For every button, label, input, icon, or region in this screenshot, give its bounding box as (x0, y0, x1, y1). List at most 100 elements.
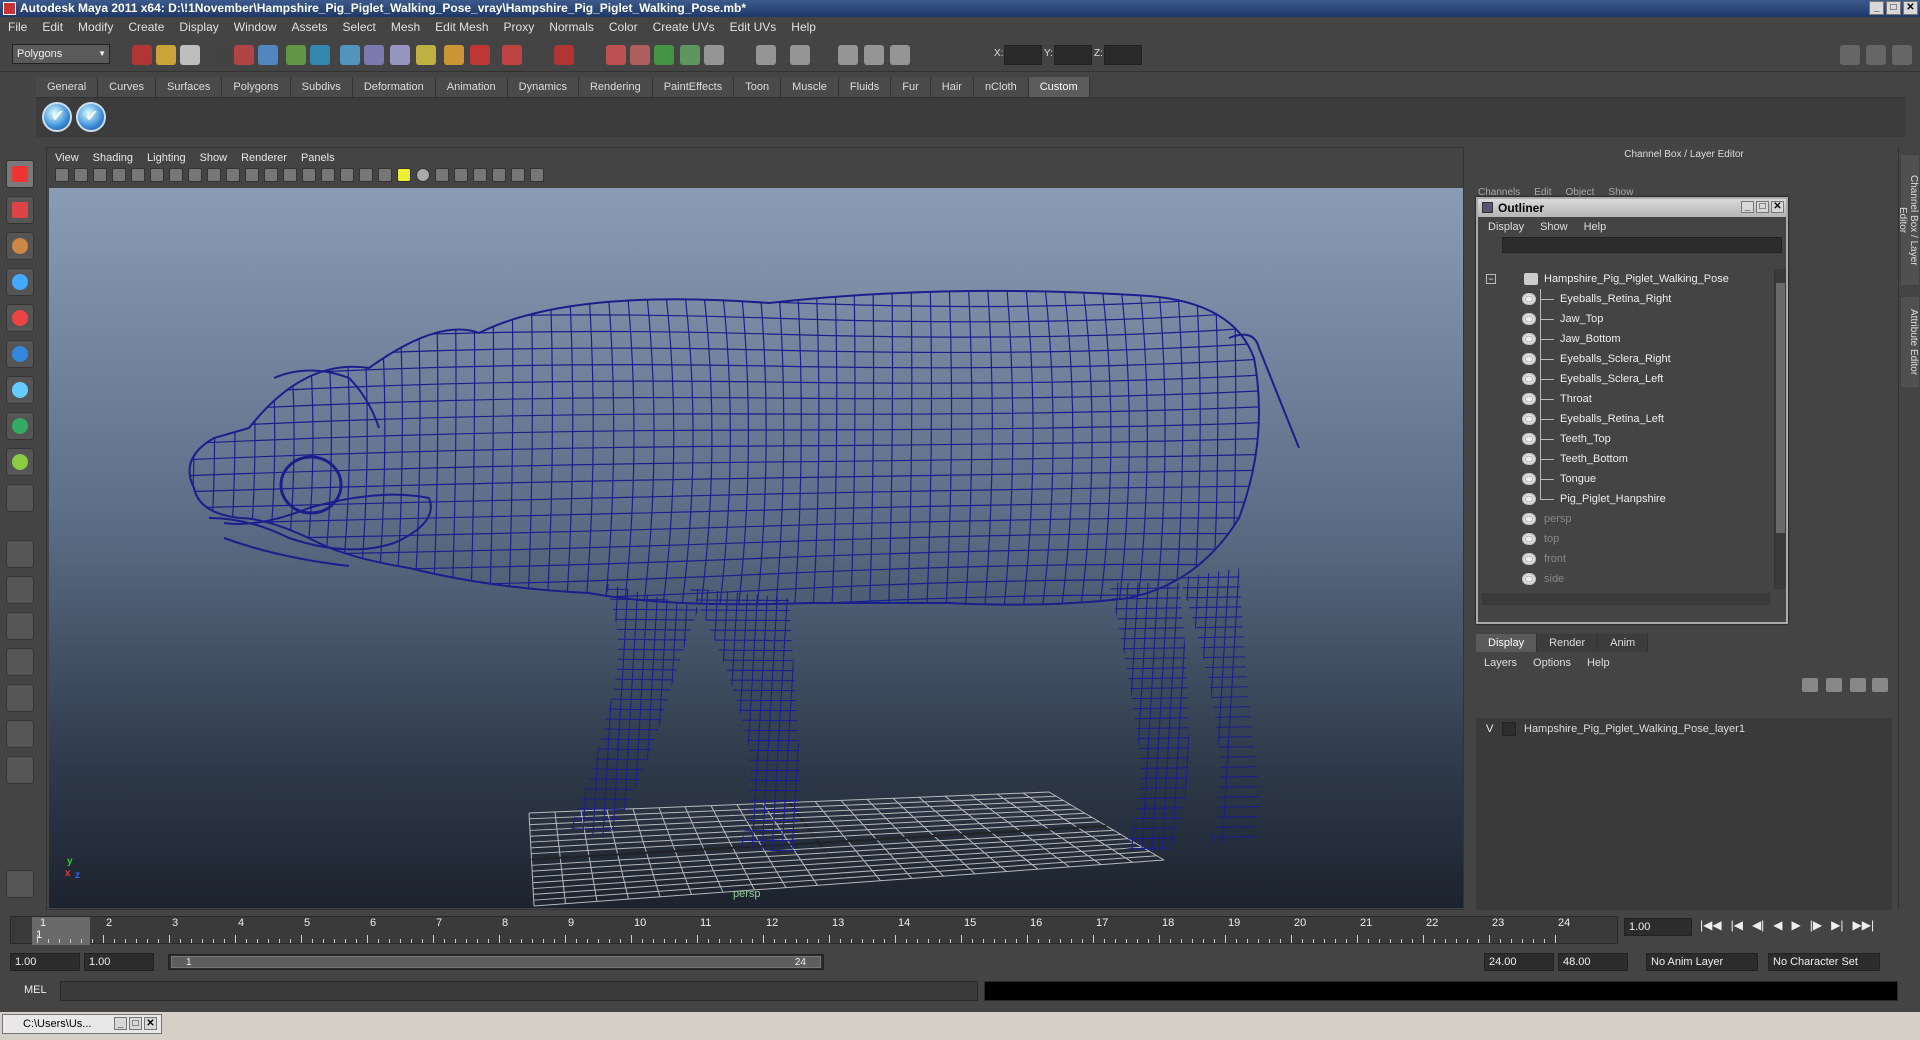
menu-edit-uvs[interactable]: Edit UVs (730, 20, 777, 34)
outliner-vertical-scrollbar[interactable] (1774, 269, 1786, 589)
lasso-tool-icon[interactable] (6, 196, 34, 224)
shelf-tab-muscle[interactable]: Muscle (781, 77, 839, 97)
viewport-tool-icon[interactable] (93, 168, 107, 182)
outliner-item[interactable]: Eyeballs_Retina_Right (1482, 289, 1770, 309)
attribute-editor-side-tab[interactable]: Attribute Editor (1901, 297, 1919, 387)
layer-template-toggle[interactable] (1502, 722, 1516, 736)
layer-visibility-toggle[interactable]: V (1486, 720, 1493, 738)
status-tool-icon[interactable] (630, 45, 650, 65)
status-tool-icon[interactable] (704, 45, 724, 65)
shelf-tab-polygons[interactable]: Polygons (222, 77, 291, 97)
outliner-item[interactable]: Pig_Piglet_Hanpshire (1482, 489, 1770, 509)
layer-menu-options[interactable]: Options (1533, 652, 1571, 674)
step-back-key-button[interactable]: |◀ (1731, 918, 1743, 932)
menu-create-uvs[interactable]: Create UVs (653, 20, 715, 34)
step-back-frame-button[interactable]: ◀| (1752, 918, 1764, 932)
status-tool-icon[interactable] (790, 45, 810, 65)
shelf-tab-subdivs[interactable]: Subdivs (290, 77, 353, 97)
show-manipulator-icon[interactable] (6, 448, 34, 476)
viewport-tool-icon[interactable] (492, 168, 506, 182)
perspective-viewport[interactable]: persp y x z (49, 188, 1463, 908)
viewport-menu-panels[interactable]: Panels (301, 152, 335, 164)
status-tool-icon[interactable] (286, 45, 306, 65)
viewport-tool-icon[interactable] (397, 168, 411, 182)
outliner-minimize-button[interactable]: _ (1741, 201, 1754, 213)
graph-layout-icon[interactable] (6, 648, 34, 676)
outliner-item[interactable]: Throat (1482, 389, 1770, 409)
outliner-camera-item[interactable]: side (1482, 569, 1770, 589)
menu-file[interactable]: File (8, 20, 27, 34)
status-tool-icon[interactable] (234, 45, 254, 65)
move-tool-icon[interactable] (6, 268, 34, 296)
menu-color[interactable]: Color (609, 20, 638, 34)
viewport-tool-icon[interactable] (378, 168, 392, 182)
y-coord-field[interactable] (1054, 45, 1092, 65)
menu-display[interactable]: Display (179, 20, 218, 34)
collapse-icon[interactable]: − (1486, 274, 1496, 284)
status-tool-icon[interactable] (132, 45, 152, 65)
viewport-tool-icon[interactable] (55, 168, 69, 182)
status-tool-icon[interactable] (212, 45, 232, 65)
render-settings-icon[interactable] (6, 870, 34, 898)
shelf-tab-deformation[interactable]: Deformation (352, 77, 436, 97)
outliner-root-item[interactable]: − Hampshire_Pig_Piglet_Walking_Pose (1482, 269, 1770, 289)
status-tool-icon[interactable] (864, 45, 884, 65)
check-icon[interactable] (76, 102, 106, 132)
taskbar-close-button[interactable]: ✕ (144, 1017, 157, 1030)
sidebar-toggle-icon[interactable] (1892, 45, 1912, 65)
character-set-selector[interactable]: No Character Set (1768, 953, 1880, 971)
shelf-tab-ncloth[interactable]: nCloth (973, 77, 1029, 97)
viewport-tool-icon[interactable] (359, 168, 373, 182)
viewport-tool-icon[interactable] (264, 168, 278, 182)
outliner-item[interactable]: Jaw_Top (1482, 309, 1770, 329)
layer-tab-anim[interactable]: Anim (1598, 634, 1649, 652)
viewport-menu-view[interactable]: View (55, 152, 79, 164)
outliner-camera-item[interactable]: front (1482, 549, 1770, 569)
close-button[interactable]: ✕ (1903, 1, 1918, 15)
shelf-tab-fur[interactable]: Fur (891, 77, 931, 97)
status-tool-icon[interactable] (180, 45, 200, 65)
status-tool-icon[interactable] (606, 45, 626, 65)
panel-toggle-icon[interactable] (1866, 45, 1886, 65)
viewport-menu-lighting[interactable]: Lighting (147, 152, 186, 164)
menu-window[interactable]: Window (234, 20, 277, 34)
menu-set-selector[interactable]: Polygons (12, 44, 110, 64)
range-bar[interactable]: 1 24 (168, 954, 824, 970)
viewport-menu-renderer[interactable]: Renderer (241, 152, 287, 164)
range-handle[interactable]: 1 24 (171, 956, 821, 968)
current-frame-field[interactable]: 1.00 (1624, 918, 1692, 936)
status-tool-icon[interactable] (258, 45, 278, 65)
outliner-horizontal-scrollbar[interactable] (1482, 593, 1770, 605)
outliner-layout-icon[interactable] (6, 612, 34, 640)
mel-input[interactable] (60, 981, 978, 1001)
viewport-tool-icon[interactable] (112, 168, 126, 182)
outliner-maximize-button[interactable]: □ (1756, 201, 1769, 213)
soft-mod-tool-icon[interactable] (6, 412, 34, 440)
select-tool-icon[interactable] (6, 160, 34, 188)
outliner-item[interactable]: Tongue (1482, 469, 1770, 489)
go-to-end-button[interactable]: ▶▶| (1852, 918, 1874, 932)
menu-normals[interactable]: Normals (549, 20, 594, 34)
outliner-camera-item[interactable]: persp (1482, 509, 1770, 529)
taskbar-minimize-button[interactable]: _ (114, 1017, 127, 1030)
menu-mesh[interactable]: Mesh (391, 20, 420, 34)
z-coord-field[interactable] (1104, 45, 1142, 65)
shelf-tab-dynamics[interactable]: Dynamics (507, 77, 579, 97)
status-tool-icon[interactable] (310, 45, 330, 65)
menu-edit[interactable]: Edit (42, 20, 63, 34)
viewport-menu-shading[interactable]: Shading (93, 152, 133, 164)
viewport-menu-show[interactable]: Show (200, 152, 228, 164)
shelf-tab-curves[interactable]: Curves (98, 77, 156, 97)
outliner-item[interactable]: Eyeballs_Retina_Left (1482, 409, 1770, 429)
minimize-button[interactable]: _ (1869, 1, 1884, 15)
status-tool-icon[interactable] (756, 45, 776, 65)
shelf-tab-general[interactable]: General (36, 77, 99, 97)
shelf-tab-rendering[interactable]: Rendering (578, 77, 653, 97)
viewport-tool-icon[interactable] (321, 168, 335, 182)
menu-proxy[interactable]: Proxy (504, 20, 535, 34)
viewport-tool-icon[interactable] (131, 168, 145, 182)
channel-box-side-tab[interactable]: Channel Box / Layer Editor (1897, 155, 1919, 285)
status-tool-icon[interactable] (554, 45, 574, 65)
viewport-tool-icon[interactable] (226, 168, 240, 182)
outliner-close-button[interactable]: ✕ (1771, 201, 1784, 213)
